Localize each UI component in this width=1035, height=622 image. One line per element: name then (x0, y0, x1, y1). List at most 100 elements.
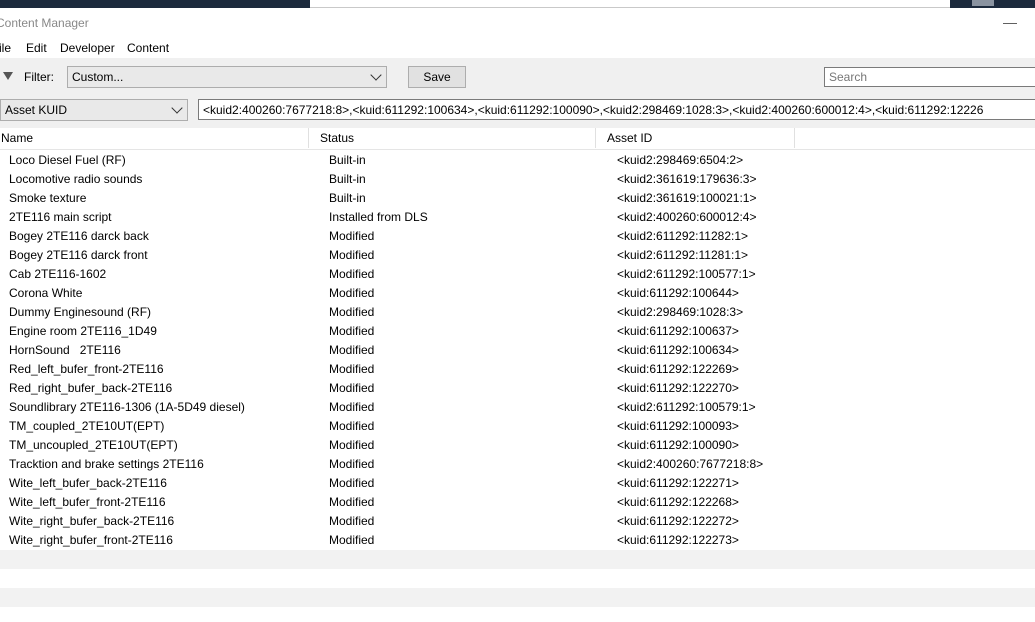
row-asset-id: <kuid2:611292:100579:1> (617, 400, 756, 414)
table-row[interactable]: Red_left_bufer_front-2TE116 Modified <kuid… (0, 360, 1035, 379)
title-bar: Content Manager — (0, 8, 1035, 38)
row-asset-id: <kuid2:400260:600012:4> (617, 210, 757, 224)
speaker-icon[interactable] (972, 0, 994, 6)
filter-dropdown[interactable]: Custom... (67, 66, 387, 88)
row-name: Wite_left_bufer_front-2TE116 (9, 495, 166, 509)
table-row[interactable]: 2TE116 main script Installed from DLS <kui… (0, 208, 1035, 227)
row-name: Cab 2TE116-1602 (9, 267, 107, 281)
menu-bar: ile Edit Developer Content (0, 38, 1035, 58)
table-row[interactable]: Smoke texture Built-in <kuid2:361619:10002… (0, 189, 1035, 208)
row-asset-id: <kuid:611292:122270> (617, 381, 739, 395)
filter-label: Filter: (24, 70, 54, 84)
row-name: Locomotive radio sounds (9, 172, 143, 186)
table-row[interactable]: Wite_left_bufer_back-2TE116 Modified <kuid… (0, 474, 1035, 493)
row-status: Modified (329, 324, 375, 338)
table-row[interactable]: Dummy Enginesound (RF) Modified <kuid2:298… (0, 303, 1035, 322)
row-status: Modified (329, 286, 375, 300)
table-row[interactable]: Locomotive radio sounds Built-in <kuid2:36… (0, 170, 1035, 189)
row-name: TM_coupled_2TE10UT(EPT) (9, 419, 165, 433)
row-name: Red_left_bufer_front-2TE116 (9, 362, 164, 376)
minimize-button[interactable]: — (1003, 14, 1017, 30)
row-status: Modified (329, 381, 375, 395)
row-name: Bogey 2TE116 darck front (9, 248, 148, 262)
field-select-value: Asset KUID (5, 103, 68, 117)
row-asset-id: <kuid:611292:122269> (617, 362, 739, 376)
row-asset-id: <kuid:611292:100644> (617, 286, 739, 300)
row-status: Modified (329, 457, 375, 471)
kuid-input-value: <kuid2:400260:7677218:8>,<kuid:611292:10… (203, 103, 984, 117)
row-name: Dummy Enginesound (RF) (9, 305, 152, 319)
row-name: Corona White (9, 286, 83, 300)
save-button[interactable]: Save (408, 66, 466, 88)
row-status: Installed from DLS (329, 210, 428, 224)
kuid-input[interactable]: <kuid2:400260:7677218:8>,<kuid:611292:10… (198, 99, 1035, 120)
row-status: Modified (329, 267, 375, 281)
table-row[interactable]: Wite_right_bufer_front-2TE116 Modified <ku… (0, 531, 1035, 550)
chevron-down-icon (171, 102, 183, 114)
table-row[interactable]: Wite_left_bufer_front-2TE116 Modified <kui… (0, 493, 1035, 512)
table-row[interactable]: TM_coupled_2TE10UT(EPT) Modified <kuid:611… (0, 417, 1035, 436)
table-row[interactable]: Corona White Modified <kuid:611292:100644> (0, 284, 1035, 303)
empty-row-band (0, 588, 1035, 607)
table-row[interactable]: HornSound 2TE116 Modified <kuid:611292:100… (0, 341, 1035, 360)
row-status: Modified (329, 305, 375, 319)
table-row[interactable]: TM_uncoupled_2TE10UT(EPT) Modified <kuid:6… (0, 436, 1035, 455)
table-header: Name Status Asset ID (0, 128, 1035, 150)
filter-icon[interactable] (3, 72, 13, 80)
menu-developer[interactable]: Developer (60, 41, 115, 55)
row-asset-id: <kuid:611292:100090> (617, 438, 739, 452)
row-asset-id: <kuid2:298469:6504:2> (617, 153, 744, 167)
menu-file[interactable]: ile (0, 41, 11, 55)
row-asset-id: <kuid:611292:122272> (617, 514, 739, 528)
table-row[interactable]: Cab 2TE116-1602 Modified <kuid2:611292:100… (0, 265, 1035, 284)
row-name: Soundlibrary 2TE116-1306 (1A-5D49 diesel… (9, 400, 245, 414)
search-field[interactable] (824, 67, 1035, 87)
column-asset-id[interactable]: Asset ID (607, 131, 652, 145)
table-row[interactable]: Bogey 2TE116 darck front Modified <kuid2:6… (0, 246, 1035, 265)
row-status: Modified (329, 229, 375, 243)
window-title: Content Manager (0, 16, 89, 30)
column-divider[interactable] (595, 128, 596, 148)
table-row[interactable]: Loco Diesel Fuel (RF) Built-in <kuid2:2984… (0, 151, 1035, 170)
row-status: Modified (329, 362, 375, 376)
row-name: Wite_right_bufer_back-2TE116 (9, 514, 175, 528)
row-status: Modified (329, 476, 375, 490)
row-status: Built-in (329, 191, 366, 205)
row-status: Modified (329, 419, 375, 433)
field-select-dropdown[interactable]: Asset KUID (0, 99, 188, 121)
filter-dropdown-value: Custom... (72, 70, 124, 84)
table-row[interactable]: Soundlibrary 2TE116-1306 (1A-5D49 diesel… (0, 398, 1035, 417)
row-asset-id: <kuid2:361619:179636:3> (617, 172, 757, 186)
row-asset-id: <kuid:611292:122268> (617, 495, 739, 509)
row-name: 2TE116 main script (9, 210, 112, 224)
row-name: TM_uncoupled_2TE10UT(EPT) (9, 438, 178, 452)
row-name: Engine room 2TE116_1D49 (9, 324, 157, 338)
row-asset-id: <kuid2:611292:100577:1> (617, 267, 756, 281)
row-asset-id: <kuid2:611292:11282:1> (617, 229, 749, 243)
table-row[interactable]: Wite_right_bufer_back-2TE116 Modified <kui… (0, 512, 1035, 531)
chevron-down-icon (370, 69, 382, 81)
row-name: Loco Diesel Fuel (RF) (9, 153, 126, 167)
column-divider[interactable] (794, 128, 795, 148)
table-row[interactable]: Bogey 2TE116 darck back Modified <kuid2:61… (0, 227, 1035, 246)
row-name: Red_right_bufer_back-2TE116 (9, 381, 173, 395)
row-status: Modified (329, 495, 375, 509)
taskbar-strip (0, 0, 1035, 8)
column-divider[interactable] (308, 128, 309, 148)
column-status[interactable]: Status (320, 131, 354, 145)
menu-edit[interactable]: Edit (26, 41, 47, 55)
row-asset-id: <kuid:611292:122271> (617, 476, 739, 490)
table-row[interactable]: Tracktion and brake settings 2TE116 Modif… (0, 455, 1035, 474)
row-asset-id: <kuid:611292:100093> (617, 419, 739, 433)
search-input[interactable] (825, 68, 1029, 86)
table-row[interactable]: Engine room 2TE116_1D49 Modified <kuid:611… (0, 322, 1035, 341)
row-asset-id: <kuid2:298469:1028:3> (617, 305, 744, 319)
row-name: Wite_right_bufer_front-2TE116 (9, 533, 173, 547)
asset-table: Loco Diesel Fuel (RF) Built-in <kuid2:2984… (0, 151, 1035, 550)
table-row[interactable]: Red_right_bufer_back-2TE116 Modified <kuid… (0, 379, 1035, 398)
column-name[interactable]: Name (1, 131, 33, 145)
row-status: Modified (329, 248, 375, 262)
empty-row-band (0, 550, 1035, 569)
row-status: Modified (329, 533, 375, 547)
menu-content[interactable]: Content (127, 41, 169, 55)
